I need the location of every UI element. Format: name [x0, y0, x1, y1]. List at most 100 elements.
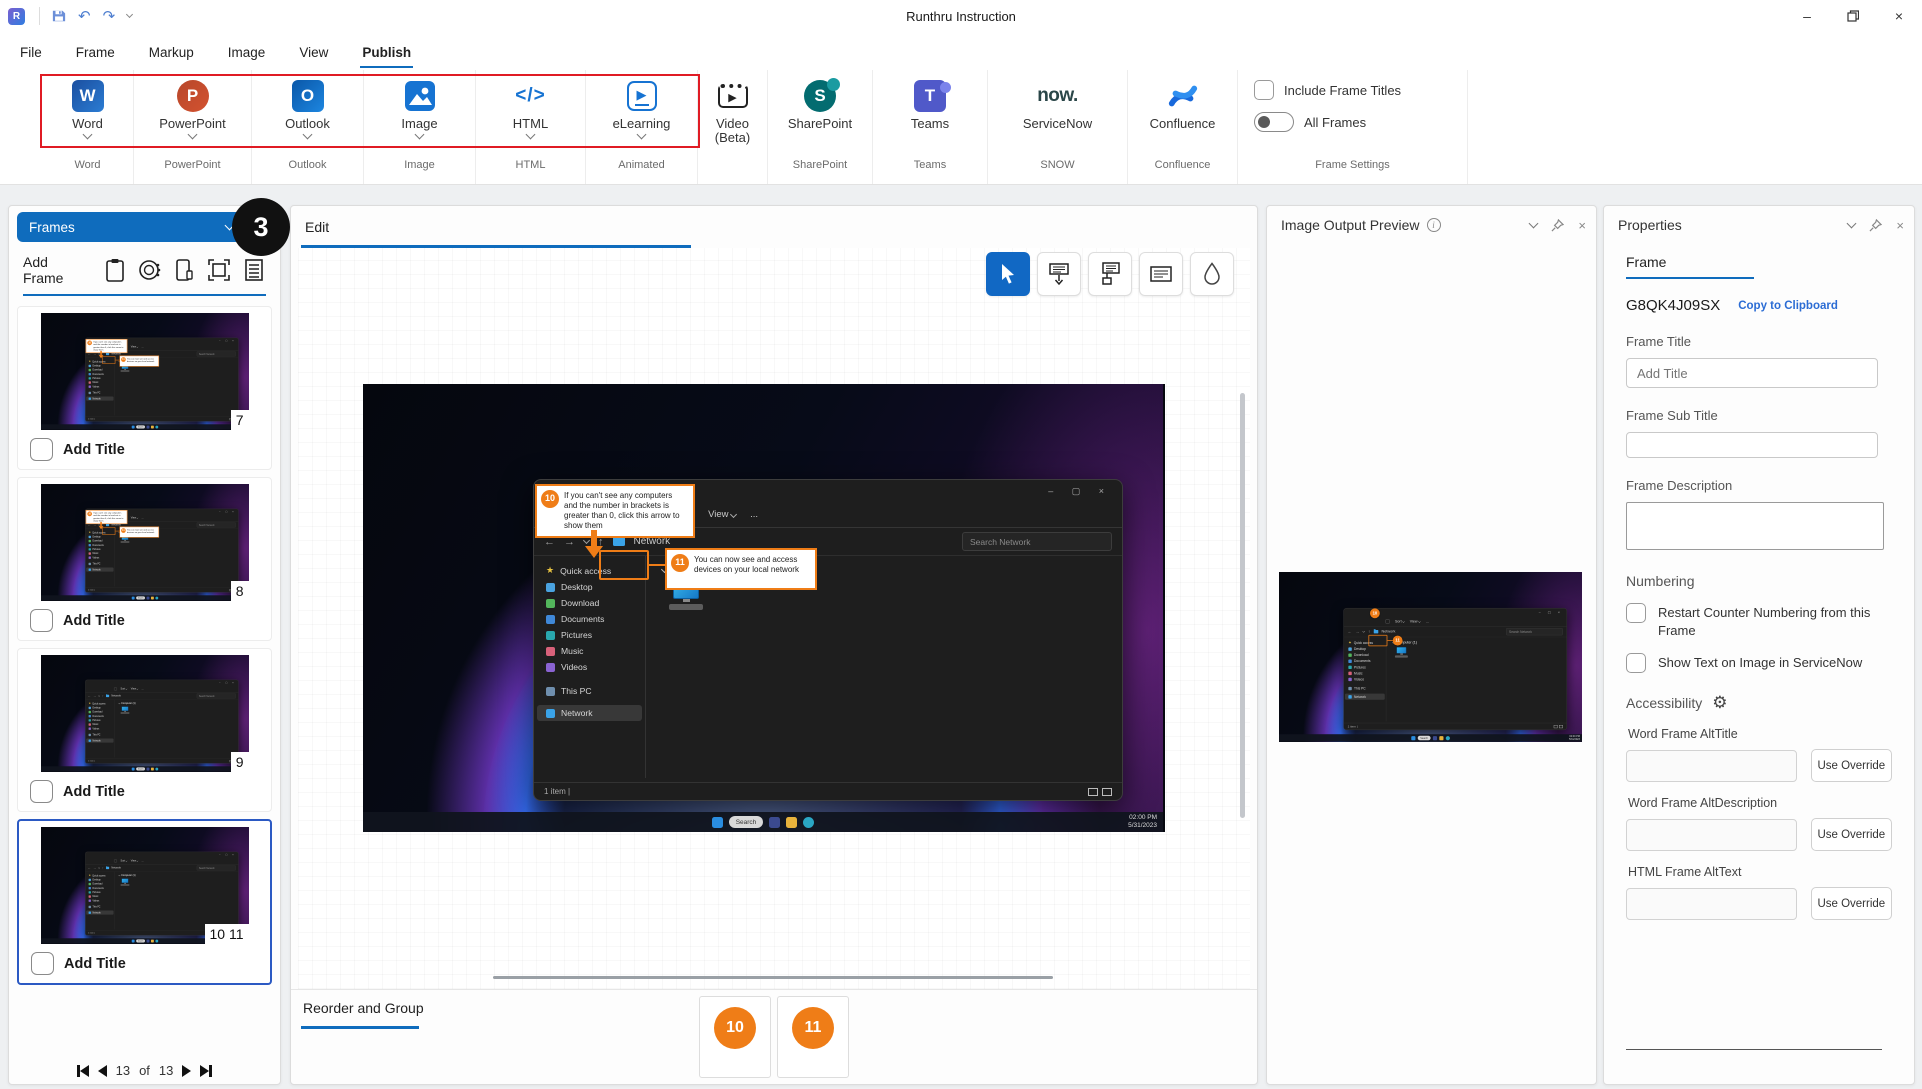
windows-start-icon	[131, 939, 135, 943]
reorder-group-list: 10 11	[699, 996, 849, 1078]
frame-card[interactable]: – ▢ × Sort View ... ← → ↑ Network Search…	[17, 477, 272, 641]
publish-elearning-button[interactable]: ▶ eLearning	[586, 70, 697, 152]
menu-markup[interactable]: Markup	[147, 37, 196, 70]
previous-page-button[interactable]	[97, 1064, 107, 1077]
pictures-icon	[88, 548, 91, 551]
frame-card[interactable]: – ▢ × Sort View ... ← → ↑ Network Search…	[17, 819, 272, 985]
add-title-checkbox[interactable]	[30, 609, 53, 632]
menu-file[interactable]: File	[18, 37, 44, 70]
publish-servicenow-button[interactable]: now. ServiceNow	[988, 70, 1127, 152]
callout-arrow-tool-button[interactable]	[1037, 252, 1081, 296]
all-frames-toggle[interactable]	[1254, 112, 1294, 132]
add-title-checkbox[interactable]	[30, 438, 53, 461]
frame-title-input[interactable]	[1626, 358, 1878, 388]
publish-word-button[interactable]: W Word	[42, 70, 133, 152]
chevron-down-icon	[125, 688, 127, 690]
show-text-servicenow-checkbox[interactable]	[1626, 653, 1646, 674]
frame-properties-tab[interactable]: Frame	[1626, 254, 1754, 279]
main-edit-image[interactable]: – ▢ × Sort View ... ← → ↑ Network Search…	[363, 384, 1165, 832]
reorder-group-card[interactable]: 10	[699, 996, 771, 1078]
canvas-horizontal-scrollbar[interactable]	[493, 976, 1053, 979]
reorder-group-card[interactable]: 11	[777, 996, 849, 1078]
edit-canvas[interactable]: – ▢ × Sort View ... ← → ↑ Network Search…	[298, 248, 1250, 989]
qat-dropdown-icon[interactable]	[126, 10, 134, 19]
menu-publish[interactable]: Publish	[360, 37, 413, 70]
close-button[interactable]: ×	[1876, 0, 1922, 32]
callout-11-leader-line	[114, 530, 120, 532]
word-altdescription-override-button[interactable]: Use Override	[1810, 818, 1892, 852]
ribbon-group-label: SNOW	[1040, 159, 1075, 171]
pin-panel-button[interactable]	[1551, 218, 1565, 232]
menu-image[interactable]: Image	[226, 37, 268, 70]
add-frame-list-button[interactable]	[241, 256, 266, 284]
collapse-panel-button[interactable]	[1528, 218, 1539, 229]
chevron-down-icon	[1402, 620, 1405, 623]
close-panel-button[interactable]: ×	[1578, 218, 1586, 233]
reorder-and-group-label[interactable]: Reorder and Group	[303, 1000, 424, 1016]
menu-frame[interactable]: Frame	[74, 37, 117, 70]
ribbon-group-label: Image	[404, 159, 435, 171]
save-icon[interactable]	[52, 9, 66, 23]
word-altdescription-input[interactable]	[1626, 818, 1797, 851]
publish-teams-button[interactable]: T Teams	[873, 70, 987, 152]
restore-button[interactable]	[1830, 0, 1876, 32]
publish-video-button[interactable]: ▶ Video (Beta)	[698, 70, 767, 152]
menu-view[interactable]: View	[297, 37, 330, 70]
copy-to-clipboard-link[interactable]: Copy to Clipboard	[1738, 300, 1838, 312]
html-alttext-input[interactable]	[1626, 887, 1797, 920]
callout-leader-tool-button[interactable]	[1088, 252, 1132, 296]
callout-11-number: 11	[120, 357, 126, 362]
explorer-content: Computer (1)	[114, 872, 238, 930]
address-path: Network	[110, 866, 121, 870]
word-alttitle-input[interactable]	[1626, 749, 1797, 782]
this-pc-icon	[1348, 686, 1352, 691]
redo-icon[interactable]: ↷	[103, 9, 116, 24]
html-alttext-override-button[interactable]: Use Override	[1810, 887, 1892, 921]
canvas-vertical-scrollbar[interactable]	[1240, 393, 1245, 818]
windows-start-icon	[131, 425, 135, 429]
last-page-button[interactable]	[200, 1064, 212, 1077]
blur-tool-button[interactable]	[1190, 252, 1234, 296]
publish-confluence-button[interactable]: Confluence	[1128, 70, 1237, 152]
taskbar-clock: 02:00 PM5/31/2023	[1128, 814, 1157, 829]
first-page-button[interactable]	[77, 1064, 89, 1077]
add-frame-camera-button[interactable]	[137, 256, 162, 284]
publish-powerpoint-button[interactable]: P PowerPoint	[134, 70, 251, 152]
info-icon[interactable]: i	[1426, 218, 1441, 232]
publish-html-button[interactable]: </> HTML	[476, 70, 585, 152]
frame-card[interactable]: – ▢ × Sort View ... ← → ↑ Network Search…	[17, 648, 272, 812]
frame-description-input[interactable]	[1626, 502, 1884, 550]
computer-icon	[121, 706, 128, 712]
undo-icon[interactable]: ↶	[78, 9, 91, 24]
network-icon	[1373, 629, 1379, 634]
word-alttitle-override-button[interactable]: Use Override	[1810, 749, 1892, 783]
add-frame-region-button[interactable]	[207, 256, 232, 284]
accessibility-settings-gear-icon[interactable]: ⚙	[1712, 693, 1727, 713]
frames-panel-header[interactable]: Frames	[17, 212, 245, 242]
publish-sharepoint-button[interactable]: S SharePoint	[768, 70, 872, 152]
show-text-servicenow-label: Show Text on Image in ServiceNow	[1658, 655, 1863, 671]
add-title-checkbox[interactable]	[31, 952, 54, 975]
collapse-panel-button[interactable]	[1846, 218, 1857, 229]
frame-subtitle-input[interactable]	[1626, 432, 1878, 458]
music-icon	[88, 895, 91, 898]
minimize-button[interactable]: –	[1784, 0, 1830, 32]
pin-panel-button[interactable]	[1869, 218, 1883, 232]
publish-outlook-button[interactable]: O Outlook	[252, 70, 363, 152]
more-menu: ...	[141, 516, 144, 520]
file-explorer-window: – ▢ × Sort View ... ← → ↑ Network Search…	[84, 679, 239, 764]
textbox-tool-button[interactable]	[1139, 252, 1183, 296]
select-tool-button[interactable]	[986, 252, 1030, 296]
add-title-checkbox[interactable]	[30, 780, 53, 803]
frame-card[interactable]: – ▢ × Sort View ... ← → ↑ Network Search…	[17, 306, 272, 470]
restart-counter-checkbox[interactable]	[1626, 603, 1646, 623]
close-panel-button[interactable]: ×	[1896, 218, 1904, 233]
publish-image-button[interactable]: Image	[364, 70, 475, 152]
next-page-button[interactable]	[182, 1064, 192, 1077]
edit-tab[interactable]: Edit	[305, 219, 329, 235]
music-icon	[88, 552, 91, 555]
add-frame-device-button[interactable]	[172, 256, 197, 284]
add-frame-clipboard-button[interactable]	[103, 256, 128, 284]
explorer-sidebar: ★ Quick access Desktop Download Documents…	[85, 871, 115, 930]
include-frame-titles-checkbox[interactable]	[1254, 80, 1274, 100]
